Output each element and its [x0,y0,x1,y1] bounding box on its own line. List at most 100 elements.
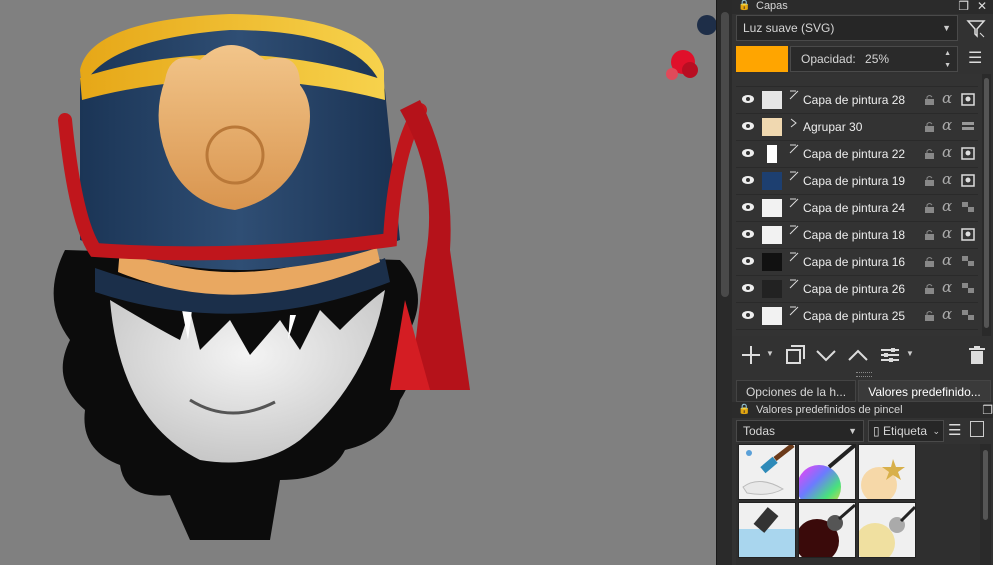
layer-name[interactable]: Capa de pintura 26 [803,282,905,296]
docker-panel: 🔒 Capas ❐ ✕ Luz suave (SVG) ▼ Opacidad: … [732,0,993,565]
layer-thumbnail [762,199,782,217]
layer-name[interactable]: Agrupar 30 [803,120,862,134]
eye-icon[interactable] [741,174,755,186]
eye-icon[interactable] [741,282,755,294]
eye-icon[interactable] [741,93,755,105]
eye-icon[interactable] [741,201,755,213]
alpha-lock-icon[interactable]: α [942,305,952,323]
layer-name[interactable]: Capa de pintura 19 [803,174,905,188]
layer-row[interactable]: Capa de pintura 19 α [736,168,978,195]
inherit-alpha-icon[interactable] [961,147,975,160]
menu-icon[interactable]: ☰ [948,421,961,439]
preset-grid[interactable] [736,444,980,565]
group-expand-icon[interactable] [788,116,800,128]
lock-icon[interactable] [924,121,935,132]
scrollbar-thumb[interactable] [984,78,989,328]
alpha-inherit-off-icon[interactable] [961,255,975,268]
tab-tool-options[interactable]: Opciones de la h... [736,380,856,402]
eye-icon[interactable] [741,228,755,240]
lock-icon[interactable] [924,94,935,105]
alpha-lock-icon[interactable]: α [942,251,952,269]
alpha-lock-icon[interactable]: α [942,170,952,188]
layer-row-partial[interactable] [736,74,978,87]
lock-icon[interactable] [924,283,935,294]
layer-name[interactable]: Capa de pintura 28 [803,93,905,107]
layer-list-scrollbar[interactable] [982,74,991,336]
layer-row[interactable]: Agrupar 30 α [736,114,978,141]
alpha-inherit-off-icon[interactable] [961,309,975,322]
move-layer-down-icon[interactable] [814,344,838,366]
inherit-alpha-icon[interactable] [961,93,975,106]
add-layer-icon[interactable] [740,344,762,366]
eye-icon[interactable] [741,120,755,132]
scrollbar-thumb[interactable] [721,12,729,297]
close-icon[interactable]: ✕ [977,0,987,12]
stepper-icon[interactable]: ▲ ▼ [944,48,951,72]
canvas-vertical-scrollbar[interactable] [716,0,733,565]
lock-icon[interactable]: 🔒 [738,0,750,12]
alpha-lock-icon[interactable]: α [942,143,952,161]
brush-preset-tile[interactable] [798,502,856,558]
lock-icon[interactable] [924,148,935,159]
pass-through-icon[interactable] [961,120,975,133]
tab-brush-presets[interactable]: Valores predefinido... [858,380,991,402]
menu-icon[interactable]: ☰ [968,50,986,68]
inherit-alpha-icon[interactable] [961,228,975,241]
brush-preset-tile[interactable] [858,444,916,500]
alpha-lock-icon[interactable]: α [942,197,952,215]
filter-icon[interactable] [966,17,986,39]
eye-icon[interactable] [741,255,755,267]
layer-row[interactable]: Capa de pintura 28 α [736,87,978,114]
lock-icon[interactable] [924,310,935,321]
alpha-lock-icon[interactable]: α [942,116,952,134]
eye-icon[interactable] [741,309,755,321]
layer-properties-icon[interactable] [878,344,902,366]
layer-name[interactable]: Capa de pintura 24 [803,201,905,215]
lock-icon[interactable] [924,229,935,240]
float-icon[interactable]: ❐ [982,402,993,418]
alpha-lock-icon[interactable]: α [942,278,952,296]
lock-icon[interactable]: 🔒 [738,402,750,418]
brush-preset-tile[interactable] [858,502,916,558]
chevron-down-icon[interactable]: ▼ [766,349,774,358]
brush-preset-tile[interactable] [798,444,856,500]
layer-row[interactable]: Capa de pintura 26 α [736,276,978,303]
blend-mode-value: Luz suave (SVG) [743,21,835,35]
lock-icon[interactable] [924,256,935,267]
delete-layer-icon[interactable] [966,344,988,366]
layer-color-swatch[interactable] [736,46,788,72]
splitter-handle[interactable] [856,372,872,377]
alpha-inherit-off-icon[interactable] [961,201,975,214]
preset-filter-dropdown[interactable]: Todas ▼ [736,420,864,442]
layer-row[interactable]: Capa de pintura 16 α [736,249,978,276]
layer-row[interactable]: Capa de pintura 18 α [736,222,978,249]
layer-name[interactable]: Capa de pintura 25 [803,309,905,323]
preset-grid-scrollbar[interactable] [980,444,991,565]
lock-icon[interactable] [924,202,935,213]
blend-mode-dropdown[interactable]: Luz suave (SVG) ▼ [736,15,958,41]
duplicate-layer-icon[interactable] [784,344,806,366]
chevron-down-icon[interactable]: ▼ [906,349,914,358]
drawing-canvas[interactable] [0,0,716,565]
layer-name[interactable]: Capa de pintura 22 [803,147,905,161]
eye-icon[interactable] [741,147,755,159]
alpha-inherit-off-icon[interactable] [961,282,975,295]
alpha-lock-icon[interactable]: α [942,89,952,107]
layer-row[interactable]: Capa de pintura 25 α [736,303,978,330]
view-mode-icon[interactable] [970,421,984,437]
opacity-slider[interactable]: Opacidad: 25% ▲ ▼ [790,46,958,72]
layer-name[interactable]: Capa de pintura 16 [803,255,905,269]
float-icon[interactable]: ❐ [958,0,969,12]
alpha-lock-icon[interactable]: α [942,224,952,242]
brush-preset-tile[interactable] [738,444,796,500]
layer-row[interactable]: Capa de pintura 22 α [736,141,978,168]
layer-list[interactable]: Capa de pintura 28 α Agrupar 30 α Capa d… [732,74,982,336]
scrollbar-thumb[interactable] [983,450,988,520]
layer-name[interactable]: Capa de pintura 18 [803,228,905,242]
tag-dropdown[interactable]: ▯ Etiqueta ⌄ [868,420,944,442]
brush-preset-tile[interactable] [738,502,796,558]
lock-icon[interactable] [924,175,935,186]
inherit-alpha-icon[interactable] [961,174,975,187]
move-layer-up-icon[interactable] [846,344,870,366]
layer-row[interactable]: Capa de pintura 24 α [736,195,978,222]
